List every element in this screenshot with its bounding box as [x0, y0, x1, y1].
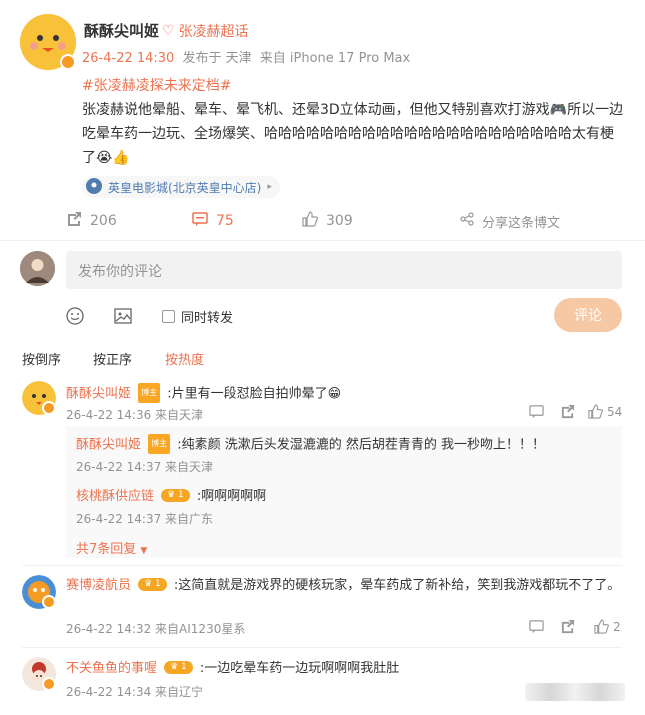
verified-badge-icon [42, 595, 56, 609]
post-body: #张凌赫凌探未来定档# 张凌赫说他晕船、晕车、晕飞机、还晕3D立体动画，但他又特… [82, 74, 627, 170]
commenter-name[interactable]: 不关鱼鱼的事喔 [66, 661, 157, 676]
level-badge: ♛ 1 [164, 661, 193, 674]
replier-name[interactable]: 酥酥尖叫姬 [76, 438, 141, 453]
image-icon [114, 308, 132, 324]
comment-text: :这简直就是游戏界的硬核玩家，晕车药成了新补给，笑到我游戏都玩不了了。 [173, 578, 621, 593]
comment-body: 赛博凌航员 ♛ 1 :这简直就是游戏界的硬核玩家，晕车药成了新补给，笑到我游戏都… [66, 574, 626, 596]
post-time[interactable]: 26-4-22 14:30 [82, 51, 174, 66]
sort-hot[interactable]: 按热度 [165, 349, 204, 368]
post-device: 来自 iPhone 17 Pro Max [259, 51, 411, 66]
comment-input[interactable]: 发布你的评论 [66, 251, 622, 289]
repost-checkbox-label: 同时转发 [181, 311, 234, 326]
repost-icon [561, 404, 575, 419]
post-author-name[interactable]: 酥酥尖叫姬 [84, 20, 159, 41]
comment-meta: 26-4-22 14:36 来自天津 [66, 408, 204, 422]
share-icon [460, 212, 474, 230]
post-hashtag[interactable]: #张凌赫凌探未来定档# [82, 74, 627, 98]
reply-button[interactable] [529, 619, 544, 638]
emoji-button[interactable] [66, 307, 84, 329]
comment-like-count: 2 [613, 619, 621, 634]
expand-replies-link[interactable]: 共7条回复 ▼ [76, 538, 147, 557]
expand-replies-label: 共7条回复 [76, 542, 137, 557]
thumbs-up-icon [588, 404, 603, 419]
emoji-icon [66, 307, 84, 325]
comment-like-button[interactable]: 2 [594, 619, 621, 634]
diamond-icon: ♡ [162, 23, 175, 39]
comment-body: 酥酥尖叫姬 博主 :片里有一段怼脸自拍帅晕了😁 [66, 383, 626, 404]
verified-badge-icon [60, 54, 76, 70]
post-meta: 26-4-22 14:30 发布于 天津 来自 iPhone 17 Pro Ma… [82, 47, 410, 66]
comment-like-count: 54 [607, 404, 623, 419]
thumbs-up-icon [594, 619, 609, 634]
reply-body: 核桃酥供应链 ♛ 1 :啊啊啊啊啊 [76, 486, 616, 506]
comment-count: 75 [216, 213, 234, 229]
reply-meta: 26-4-22 14:37 来自天津 [76, 460, 214, 474]
comment-meta: 26-4-22 14:34 来自辽宁 [66, 685, 204, 699]
reply-meta: 26-4-22 14:37 来自广东 [76, 512, 214, 526]
repost-button[interactable]: 206 [66, 210, 117, 232]
repost-checkbox[interactable]: 同时转发 [162, 307, 233, 326]
post-text: 张凌赫说他晕船、晕车、晕飞机、还晕3D立体动画，但他又特别喜欢打游戏🎮所以一边吃… [82, 102, 624, 166]
repost-icon [561, 619, 575, 634]
like-button[interactable]: 309 [302, 210, 353, 232]
reply-icon [529, 620, 544, 634]
my-avatar [20, 251, 55, 286]
author-tag: 博主 [148, 434, 171, 454]
location-chip[interactable]: 英皇电影城(北京英皇中心店) ▸ [82, 176, 280, 198]
comment-meta: 26-4-22 14:32 来自AI1230星系 [66, 622, 246, 636]
sort-newest[interactable]: 按正序 [93, 349, 132, 368]
share-label: 分享这条博文 [482, 215, 561, 231]
divider [22, 647, 622, 648]
comment-text: :一边吃晕车药一边玩啊啊啊我肚肚 [199, 661, 400, 676]
repost-comment-button[interactable] [560, 404, 575, 423]
reply-button[interactable] [529, 404, 544, 423]
verified-badge-icon [42, 401, 56, 415]
share-button[interactable]: 分享这条博文 [460, 210, 560, 232]
divider [22, 565, 622, 566]
image-button[interactable] [114, 307, 132, 329]
comment-icon [192, 211, 208, 231]
submit-comment-button[interactable]: 评论 [554, 298, 622, 332]
topic-badge[interactable]: ♡ 张凌赫超话 [162, 21, 249, 41]
verified-badge-icon [42, 677, 56, 691]
repost-comment-button[interactable] [560, 619, 575, 638]
thumbs-up-icon [302, 211, 319, 231]
sort-oldest[interactable]: 按倒序 [22, 349, 61, 368]
reply-text: :啊啊啊啊啊 [196, 489, 267, 504]
like-count: 309 [326, 213, 353, 229]
comment-body: 不关鱼鱼的事喔 ♛ 1 :一边吃晕车药一边玩啊啊啊我肚肚 [66, 658, 626, 678]
commenter-name[interactable]: 酥酥尖叫姬 [66, 387, 131, 402]
reply-text: :纯素颜 洗漱后头发湿漉漉的 然后胡茬青青的 我一秒吻上！！！ [177, 437, 545, 453]
level-badge: ♛ 1 [161, 489, 190, 502]
chevron-right-icon: ▸ [267, 182, 272, 192]
comment-button[interactable]: 75 [192, 210, 234, 232]
repost-icon [66, 211, 82, 231]
location-pin-icon [86, 177, 102, 197]
reply-icon [529, 405, 544, 419]
commenter-name[interactable]: 赛博凌航员 [66, 578, 131, 593]
replier-name[interactable]: 核桃酥供应链 [76, 489, 154, 504]
divider [0, 240, 645, 241]
comment-text: :片里有一段怼脸自拍帅晕了😁 [167, 386, 342, 402]
watermark [525, 683, 625, 701]
caret-down-icon: ▼ [140, 546, 148, 556]
post-from-location: 发布于 天津 [182, 51, 252, 66]
topic-badge-label: 张凌赫超话 [178, 24, 249, 40]
author-tag: 博主 [138, 383, 161, 403]
reply-body: 酥酥尖叫姬 博主 :纯素颜 洗漱后头发湿漉漉的 然后胡茬青青的 我一秒吻上！！！ [76, 434, 616, 455]
level-badge: ♛ 1 [138, 578, 167, 591]
repost-count: 206 [90, 213, 117, 229]
comment-like-button[interactable]: 54 [588, 404, 622, 419]
location-label: 英皇电影城(北京英皇中心店) [108, 180, 262, 195]
checkbox-icon [162, 310, 175, 323]
